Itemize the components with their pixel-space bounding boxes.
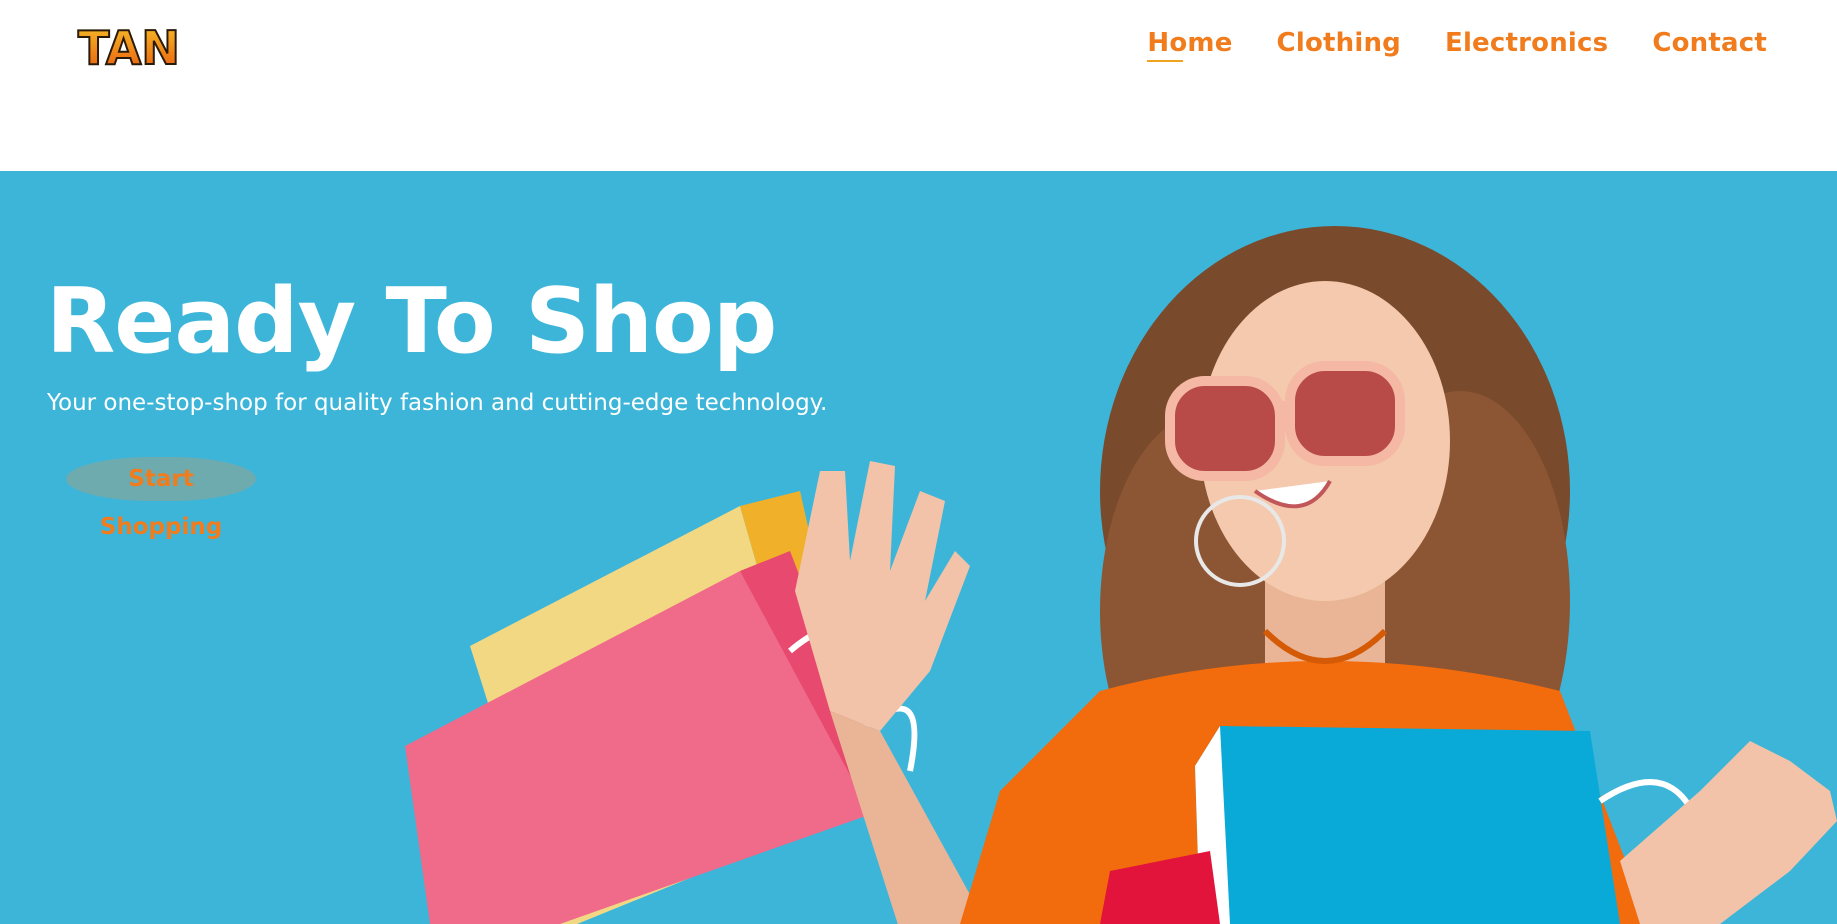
nav-item-electronics[interactable]: Electronics	[1445, 28, 1608, 58]
hero-banner: Ready To Shop Your one-stop-shop for qua…	[0, 171, 1837, 924]
nav-item-clothing[interactable]: Clothing	[1277, 28, 1401, 58]
nav-item-contact[interactable]: Contact	[1652, 28, 1767, 58]
brand-logo[interactable]: TAN	[76, 18, 186, 76]
logo-mark: TAN	[77, 20, 181, 76]
hero-title: Ready To Shop	[46, 269, 777, 374]
nav-item-home[interactable]: Home	[1147, 28, 1232, 62]
logo-text: TAN	[78, 21, 180, 74]
main-nav: Home Clothing Electronics Contact	[1147, 28, 1767, 62]
hero-subtitle: Your one-stop-shop for quality fashion a…	[47, 390, 828, 416]
start-shopping-button[interactable]: Start Shopping	[66, 455, 256, 540]
site-header: TAN Home Clothing Electronics Contact	[0, 0, 1837, 171]
